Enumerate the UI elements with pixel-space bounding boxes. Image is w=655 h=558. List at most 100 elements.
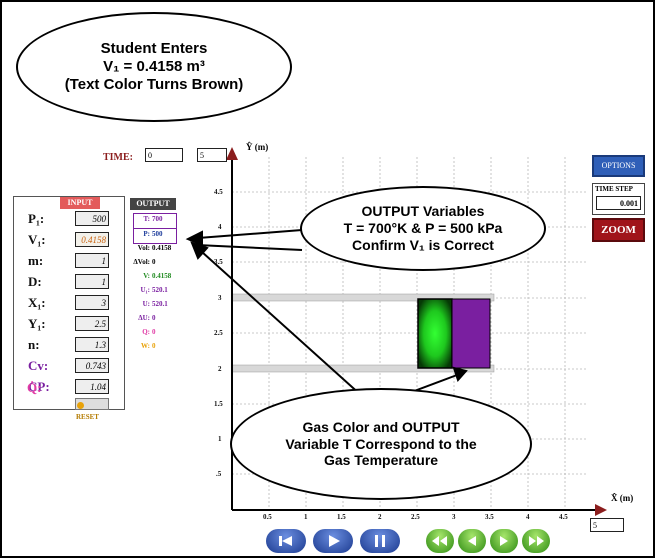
y-tick-label: 4.5: [214, 188, 223, 196]
output-label: P:: [143, 230, 150, 238]
output-value: 500: [152, 230, 163, 238]
y-tick-label: 4: [218, 223, 222, 231]
input-label: Y₁:: [28, 316, 46, 331]
output-row: ΔVol: 0: [128, 258, 188, 266]
v1-input[interactable]: 0.4158: [75, 232, 109, 247]
output-row: W: 0: [128, 342, 188, 350]
cv-input[interactable]: 0.743: [75, 358, 109, 373]
callout-line: Confirm V₁ is Correct: [352, 236, 494, 253]
reset-button[interactable]: RESET: [75, 398, 109, 421]
input-label: P₁:: [28, 211, 45, 226]
output-row: Vol: 0.4158: [128, 244, 188, 252]
double-left-icon: [432, 536, 447, 546]
output-row: U: 520.1: [128, 300, 188, 308]
time-label: TIME:: [103, 152, 133, 163]
reset-label: RESET: [76, 413, 99, 421]
x-tick-label: 2.5: [411, 513, 420, 521]
time-step-field[interactable]: 0.001: [596, 196, 641, 210]
y-tick-label: .5: [216, 470, 222, 478]
output-value: 520.1: [152, 286, 168, 294]
callout-line: T = 700°K & P = 500 kPa: [343, 220, 503, 237]
callout-line: V₁ = 0.4158 m³: [103, 58, 205, 75]
y-tick-label: 1.5: [214, 400, 223, 408]
input-label: n:: [28, 337, 40, 352]
output-row: P: 500: [128, 230, 188, 238]
output-label: ΔVol:: [133, 258, 150, 266]
pause-button[interactable]: [360, 529, 400, 553]
y-tick-label: 1: [218, 435, 222, 443]
play-button[interactable]: [313, 529, 353, 553]
n-input[interactable]: 1.3: [75, 337, 109, 352]
output-value: 520.1: [152, 300, 168, 308]
output-label: U:: [142, 300, 150, 308]
output-label: U₁:: [140, 286, 151, 294]
y-axis-label: Ŷ (m): [246, 142, 269, 152]
time-value-field[interactable]: 0: [145, 148, 183, 162]
y1-input[interactable]: 2.5: [75, 316, 109, 331]
rewind-button[interactable]: [266, 529, 306, 553]
output-label: V:: [143, 272, 150, 280]
output-label: W:: [141, 342, 150, 350]
output-value: 0.4158: [152, 244, 172, 252]
right-icon: [500, 536, 508, 546]
y-tick-label: 3.5: [214, 258, 223, 266]
output-label: ΔU:: [138, 314, 150, 322]
output-row: ΔU: 0: [128, 314, 188, 322]
step-back-button[interactable]: [458, 529, 486, 553]
output-row: Q: 0: [128, 328, 188, 336]
x-tick-label: 3: [452, 513, 456, 521]
qdot-label: Q̇:: [27, 380, 42, 395]
gas-callout: Gas Color and OUTPUT Variable T Correspo…: [230, 388, 532, 500]
x-tick-label: 0.5: [263, 513, 272, 521]
y-tick-label: 2: [218, 365, 222, 373]
time-max-field[interactable]: 5: [197, 148, 227, 162]
pause-icon: [375, 535, 385, 547]
x-tick-label: 4: [526, 513, 530, 521]
gas-region: [417, 298, 453, 369]
simulation-window: TIME: 0 5 Ŷ (m) X̂ (m) 5 4.5 4 3.5 3 2.…: [0, 0, 655, 558]
cylinder-top-wall: [231, 293, 495, 302]
step-forward-fast-button[interactable]: [522, 529, 550, 553]
callout-line: Gas Color and OUTPUT: [302, 418, 460, 435]
x-tick-label: 2: [378, 513, 382, 521]
output-value: 0: [152, 328, 156, 336]
step-forward-button[interactable]: [490, 529, 518, 553]
x-max-field[interactable]: 5: [590, 518, 624, 532]
double-right-icon: [529, 536, 544, 546]
output-header: OUTPUT: [130, 198, 176, 210]
y-tick-label: 2.5: [214, 329, 223, 337]
output-value: 0.4158: [152, 272, 172, 280]
output-label: Q:: [142, 328, 150, 336]
input-label: X₁:: [28, 295, 46, 310]
callout-line: OUTPUT Variables: [361, 203, 485, 220]
step-back-fast-button[interactable]: [426, 529, 454, 553]
rewind-icon: [279, 536, 292, 546]
output-label: Vol:: [137, 244, 150, 252]
diameter-input[interactable]: 1: [75, 274, 109, 289]
x-tick-label: 4.5: [559, 513, 568, 521]
p1-input[interactable]: 500: [75, 211, 109, 226]
x-tick-label: 3.5: [485, 513, 494, 521]
output-row: U₁: 520.1: [128, 286, 188, 294]
y-tick-label: 3: [218, 294, 222, 302]
output-value: 700: [152, 215, 163, 223]
input-label: Cv:: [28, 358, 49, 373]
student-callout: Student Enters V₁ = 0.4158 m³ (Text Colo…: [16, 12, 292, 122]
zoom-button[interactable]: ZOOM: [592, 218, 645, 242]
play-icon: [329, 535, 340, 547]
options-button[interactable]: OPTIONS: [592, 155, 645, 177]
cylinder-bottom-wall: [231, 364, 495, 373]
callout-line: Gas Temperature: [323, 452, 439, 469]
input-header: INPUT: [60, 197, 100, 209]
callout-line: Student Enters: [100, 40, 208, 57]
x-tick-label: 1: [304, 513, 308, 521]
piston: [451, 298, 491, 369]
x1-input[interactable]: 3: [75, 295, 109, 310]
cp-input[interactable]: 1.04: [75, 379, 109, 394]
output-label: T:: [143, 215, 150, 223]
x-axis-label: X̂ (m): [611, 493, 634, 503]
mass-input[interactable]: 1: [75, 253, 109, 268]
output-value: 0: [152, 314, 156, 322]
output-row: V: 0.4158: [128, 272, 188, 280]
callout-line: (Text Color Turns Brown): [64, 76, 244, 93]
